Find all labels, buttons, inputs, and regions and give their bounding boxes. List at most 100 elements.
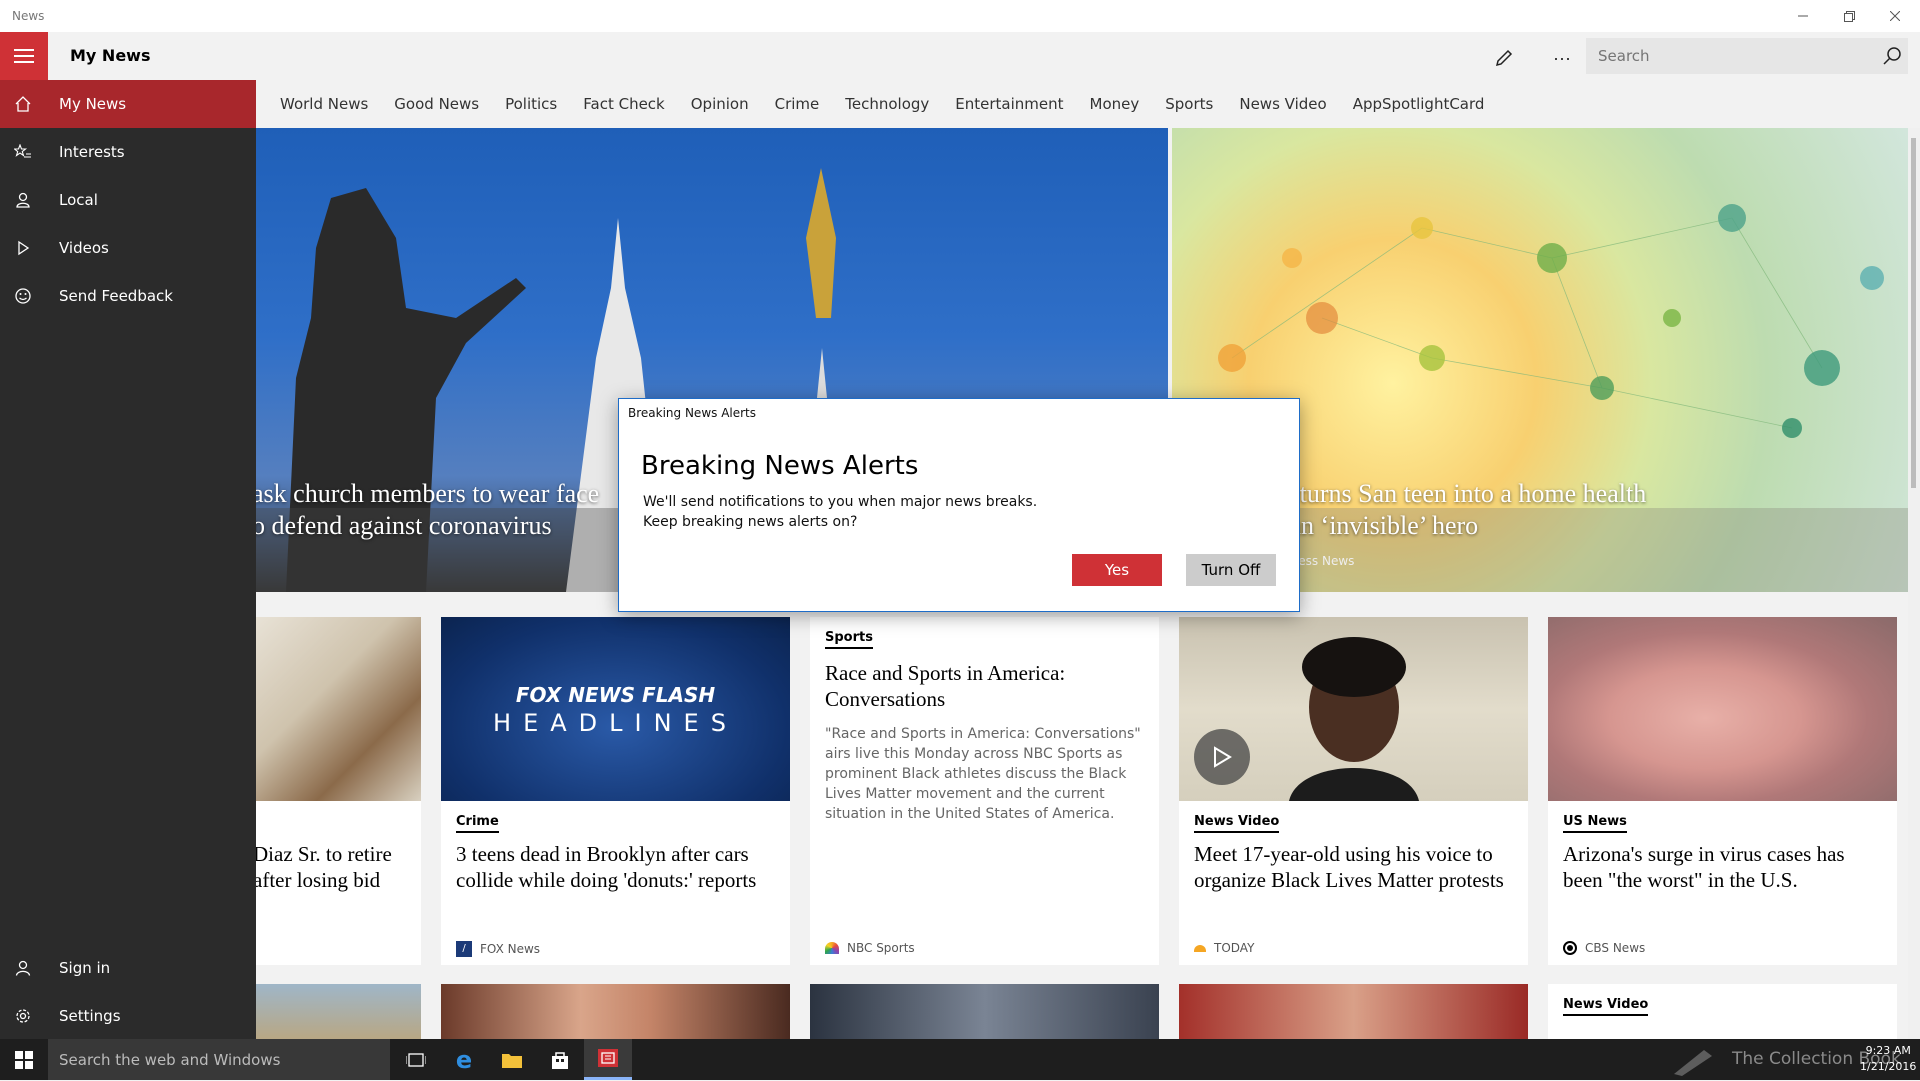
minimize-button[interactable]: [1780, 0, 1826, 32]
hero-headline: us turns San teen into a home health d a…: [1270, 478, 1646, 542]
hamburger-menu-button[interactable]: [0, 32, 48, 80]
card-category[interactable]: Crime: [456, 814, 499, 833]
news-card[interactable]: Diaz Sr. to retire after losing bid: [256, 617, 421, 965]
tab-opinion[interactable]: Opinion: [691, 95, 749, 113]
edge-icon: e: [455, 1045, 473, 1074]
news-card[interactable]: News Video Meet 17-year-old using his vo…: [1179, 617, 1528, 965]
task-view-button[interactable]: [392, 1039, 440, 1080]
card-category[interactable]: News Video: [1194, 814, 1280, 833]
edge-browser-button[interactable]: e: [440, 1039, 488, 1080]
card-image-logo-text: FOX NEWS FLASH: [515, 683, 716, 707]
taskbar-search[interactable]: Search the web and Windows: [48, 1039, 390, 1080]
tab-appspotlightcard[interactable]: AppSpotlightCard: [1353, 95, 1485, 113]
search-input[interactable]: [1586, 38, 1856, 74]
cbs-eye-icon: [1563, 941, 1577, 955]
tab-money[interactable]: Money: [1090, 95, 1140, 113]
card-category[interactable]: US News: [1563, 814, 1627, 833]
tab-sports[interactable]: Sports: [1165, 95, 1213, 113]
start-button[interactable]: [0, 1039, 48, 1080]
hero-headline: ask church members to wear face o defend…: [256, 478, 599, 542]
tab-fact-check[interactable]: Fact Check: [583, 95, 664, 113]
close-window-button[interactable]: [1872, 0, 1918, 32]
card-source: TODAY: [1194, 941, 1254, 955]
sidebar-item-label: Settings: [59, 1007, 121, 1025]
news-card[interactable]: FOX NEWS FLASH HEADLINES Crime 3 teens d…: [441, 617, 790, 965]
sidebar-item-my-news[interactable]: My News: [0, 80, 256, 128]
news-card-partial[interactable]: [810, 984, 1159, 1039]
home-icon: [0, 96, 46, 112]
gear-icon: [0, 1008, 46, 1024]
tab-politics[interactable]: Politics: [505, 95, 557, 113]
scrollbar-thumb[interactable]: [1911, 138, 1916, 488]
sidebar-item-send-feedback[interactable]: Send Feedback: [0, 272, 256, 320]
breaking-news-dialog: Breaking News Alerts Breaking News Alert…: [618, 398, 1300, 612]
card-source: / FOX News: [456, 941, 540, 957]
hero-headline-line: d an ‘invisible’ hero: [1270, 511, 1479, 540]
nbc-peacock-icon: [825, 942, 839, 954]
news-card-partial[interactable]: News Video: [1548, 984, 1897, 1039]
minimize-icon: [1798, 15, 1808, 17]
card-category[interactable]: News Video: [1563, 997, 1649, 1016]
clock[interactable]: 9:23 AM 1/21/2016: [1860, 1043, 1916, 1075]
dialog-message-line: Keep breaking news alerts on?: [643, 514, 858, 530]
sidebar-item-sign-in[interactable]: Sign in: [0, 944, 256, 992]
sidebar-item-interests[interactable]: Interests: [0, 128, 256, 176]
windows-logo-icon: [15, 1050, 33, 1069]
edit-button[interactable]: [1490, 44, 1518, 72]
person-location-icon: [0, 192, 46, 208]
hamburger-icon: [14, 47, 34, 65]
watermark-pen-icon: [1670, 1046, 1716, 1076]
clock-date: 1/21/2016: [1860, 1060, 1917, 1073]
card-summary: "Race and Sports in America: Conversatio…: [825, 726, 1141, 822]
sidebar-item-local[interactable]: Local: [0, 176, 256, 224]
yes-button[interactable]: Yes: [1072, 554, 1162, 586]
taskbar: Search the web and Windows e The Collect…: [0, 1039, 1920, 1080]
more-options-button[interactable]: ···: [1548, 44, 1576, 72]
card-image: [256, 617, 421, 801]
close-icon: [1890, 11, 1900, 21]
category-tabs: World News Good News Politics Fact Check…: [256, 80, 1920, 128]
tab-news-video[interactable]: News Video: [1239, 95, 1326, 113]
tab-crime[interactable]: Crime: [775, 95, 820, 113]
app-title: News: [12, 9, 45, 23]
card-category[interactable]: Sports: [825, 630, 873, 649]
folder-icon: [502, 1053, 522, 1068]
card-source-label: NBC Sports: [847, 941, 915, 955]
tab-world-news[interactable]: World News: [280, 95, 368, 113]
play-icon: [1214, 746, 1232, 768]
turn-off-button[interactable]: Turn Off: [1186, 554, 1276, 586]
card-title: Meet 17-year-old using his voice to orga…: [1194, 842, 1504, 892]
pencil-icon: [1495, 49, 1513, 67]
play-icon: [0, 240, 46, 256]
hero-headline-line: o defend against coronavirus: [256, 511, 552, 540]
sidebar-item-label: My News: [59, 95, 127, 113]
file-explorer-button[interactable]: [488, 1039, 536, 1080]
card-title: Arizona's surge in virus cases has been …: [1563, 842, 1845, 892]
card-image-person: [1289, 637, 1419, 801]
sidebar-item-videos[interactable]: Videos: [0, 224, 256, 272]
tab-good-news[interactable]: Good News: [394, 95, 479, 113]
store-button[interactable]: [536, 1039, 584, 1080]
tab-technology[interactable]: Technology: [845, 95, 929, 113]
fox-news-logo-icon: /: [456, 941, 472, 957]
today-sun-icon: [1194, 944, 1206, 952]
card-image: [1548, 617, 1897, 801]
news-card-partial[interactable]: [256, 984, 421, 1039]
card-source: CBS News: [1563, 941, 1645, 955]
store-bag-icon: [552, 1051, 568, 1069]
search-icon[interactable]: [1882, 46, 1902, 66]
card-source-label: TODAY: [1214, 941, 1255, 955]
search-box[interactable]: [1586, 38, 1908, 74]
card-title: Race and Sports in America: Conversation…: [825, 661, 1066, 711]
sidebar-item-settings[interactable]: Settings: [0, 992, 256, 1040]
news-app-taskbar-button[interactable]: [584, 1039, 632, 1080]
restore-button[interactable]: [1826, 0, 1872, 32]
news-card[interactable]: US News Arizona's surge in virus cases h…: [1548, 617, 1897, 965]
news-card-partial[interactable]: [441, 984, 790, 1039]
card-title: 3 teens dead in Brooklyn after cars coll…: [456, 842, 757, 892]
news-card-partial[interactable]: [1179, 984, 1528, 1039]
person-icon: [0, 960, 46, 976]
news-card[interactable]: Sports Race and Sports in America: Conve…: [810, 617, 1159, 965]
video-play-button[interactable]: [1194, 729, 1250, 785]
tab-entertainment[interactable]: Entertainment: [955, 95, 1063, 113]
